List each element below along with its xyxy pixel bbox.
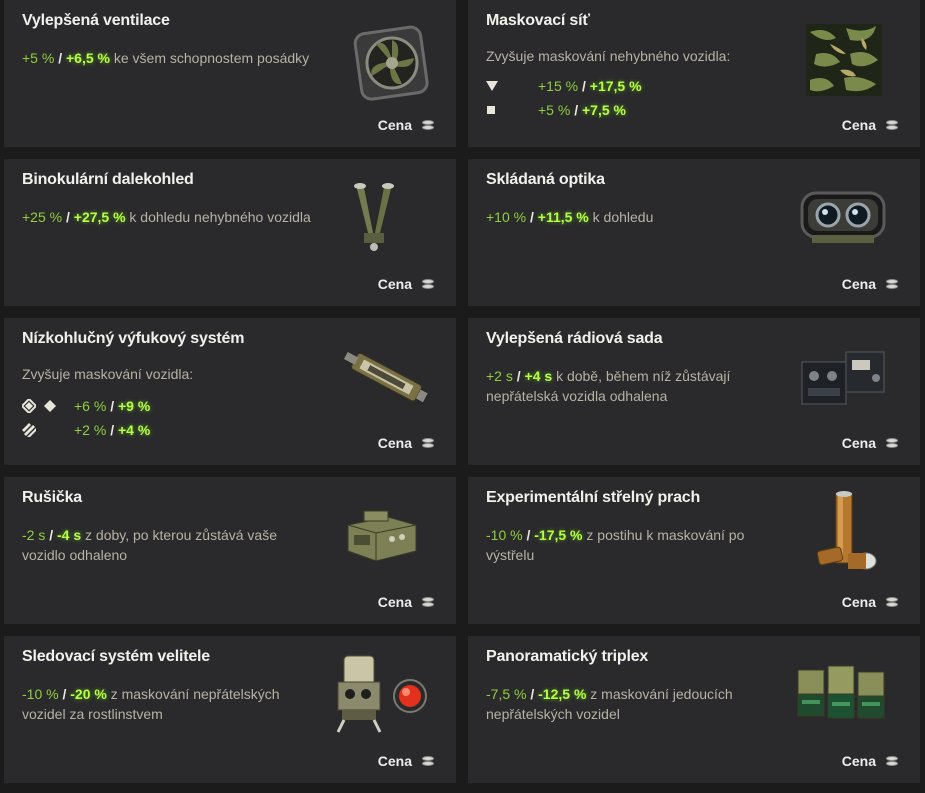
card-title: Vylepšená rádiová sada xyxy=(486,330,663,347)
price: Cena xyxy=(842,276,898,292)
price: Cena xyxy=(842,435,898,451)
heavy-tank-class-icon xyxy=(22,423,36,437)
bonus-row-other: +5 % / +7,5 % xyxy=(486,102,626,118)
credits-icon xyxy=(422,756,434,766)
price: Cena xyxy=(378,117,434,133)
card-experimental-propellant[interactable]: Experimentální střelný prach -10 % / -17… xyxy=(468,477,920,624)
light-tank-class-icon xyxy=(22,399,36,413)
card-low-noise-exhaust[interactable]: Nízkohlučný výfukový systém Zvyšuje mask… xyxy=(4,318,456,465)
card-title: Maskovací síť xyxy=(486,12,590,29)
credits-icon xyxy=(886,279,898,289)
binocular-telescope-icon xyxy=(354,183,394,251)
radio-set-icon xyxy=(801,351,885,405)
propellant-charge-icon xyxy=(816,491,877,570)
card-title: Vylepšená ventilace xyxy=(22,12,170,29)
bonus-row-stationary-td: +15 % / +17,5 % xyxy=(486,78,642,94)
credits-icon xyxy=(886,120,898,130)
price: Cena xyxy=(378,594,434,610)
card-description: -7,5 % / -12,5 % z maskování jedoucích n… xyxy=(486,686,733,722)
credits-icon xyxy=(422,120,434,130)
jammer-icon xyxy=(347,510,417,562)
card-description: +10 % / +11,5 % k dohledu xyxy=(486,209,654,225)
card-camouflage-net[interactable]: Maskovací síť Zvyšuje maskování nehybnéh… xyxy=(468,0,920,147)
card-title: Skládaná optika xyxy=(486,171,605,188)
price: Cena xyxy=(378,435,434,451)
credits-icon xyxy=(886,597,898,607)
bonus-row-heavy: +2 % / +4 % xyxy=(22,422,150,438)
card-title: Nízkohlučný výfukový systém xyxy=(22,330,245,347)
commanders-vision-icon xyxy=(336,655,427,733)
card-title: Sledovací systém velitele xyxy=(22,648,211,665)
camouflage-net-icon xyxy=(806,24,882,96)
price: Cena xyxy=(842,594,898,610)
card-commanders-vision-system[interactable]: Sledovací systém velitele -10 % / -20 % … xyxy=(4,636,456,783)
card-description: -10 % / -20 % z maskování nepřátelských … xyxy=(22,686,280,722)
price: Cena xyxy=(378,276,434,292)
credits-icon xyxy=(886,756,898,766)
card-title: Experimentální střelný prach xyxy=(486,489,701,506)
card-improved-radio-set[interactable]: Vylepšená rádiová sada +2 s / +4 s k dob… xyxy=(468,318,920,465)
ventilation-fan-icon xyxy=(353,25,429,101)
price: Cena xyxy=(842,117,898,133)
card-description: -2 s / -4 s z doby, po kterou zůstává va… xyxy=(22,527,277,563)
card-description: -10 % / -17,5 % z postihu k maskování po… xyxy=(486,527,745,563)
card-jammer[interactable]: Rušička -2 s / -4 s z doby, po kterou zů… xyxy=(4,477,456,624)
card-subtitle: Zvyšuje maskování vozidla: xyxy=(22,366,194,382)
card-title: Rušička xyxy=(22,489,82,506)
card-panoramic-triplex[interactable]: Panoramatický triplex -7,5 % / -12,5 % z… xyxy=(468,636,920,783)
credits-icon xyxy=(422,438,434,448)
card-coated-optics[interactable]: Skládaná optika +10 % / +11,5 % k dohled… xyxy=(468,159,920,306)
credits-icon xyxy=(422,279,434,289)
td-class-icon xyxy=(486,81,498,91)
spg-class-icon xyxy=(487,106,495,114)
price: Cena xyxy=(378,753,434,769)
card-description: +5 % / +6,5 % ke všem schopnostem posádk… xyxy=(22,50,310,66)
triplex-icon xyxy=(797,665,885,719)
coated-optics-icon xyxy=(800,191,886,243)
card-subtitle: Zvyšuje maskování nehybného vozidla: xyxy=(486,48,731,64)
medium-tank-class-icon xyxy=(44,400,56,412)
card-improved-ventilation[interactable]: Vylepšená ventilace +5 % / +6,5 % ke vše… xyxy=(4,0,456,147)
card-title: Binokulární dalekohled xyxy=(22,171,194,188)
price: Cena xyxy=(842,753,898,769)
card-binocular-telescope[interactable]: Binokulární dalekohled +25 % / +27,5 % k… xyxy=(4,159,456,306)
card-description: +2 s / +4 s k době, během níž zůstávají … xyxy=(486,368,731,404)
card-description: +25 % / +27,5 % k dohledu nehybného vozi… xyxy=(22,209,311,225)
credits-icon xyxy=(886,438,898,448)
credits-icon xyxy=(422,597,434,607)
card-title: Panoramatický triplex xyxy=(486,648,649,665)
bonus-row-light-medium: +6 % / +9 % xyxy=(22,398,150,414)
exhaust-system-icon xyxy=(343,351,428,403)
